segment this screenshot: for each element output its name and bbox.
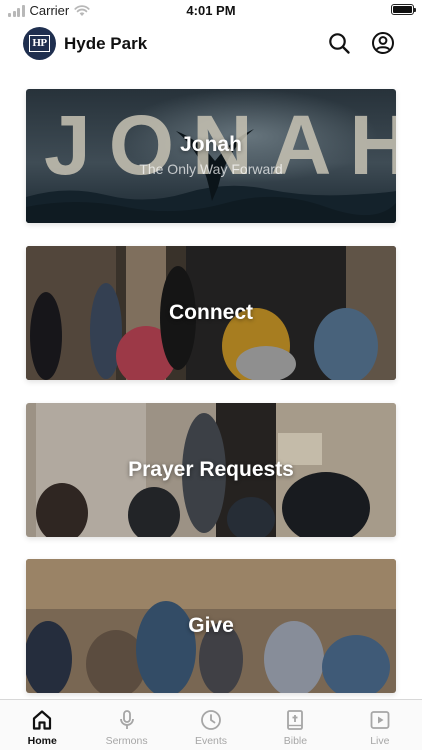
status-bar: Carrier 4:01 PM [0,0,422,22]
app-title: Hyde Park [64,34,148,53]
tab-label-bible: Bible [283,735,308,747]
card-title-give: Give [188,614,234,637]
tab-label-sermons: Sermons [105,735,148,747]
card-title-prayer: Prayer Requests [128,458,294,481]
give-card[interactable]: Give [26,559,396,693]
play-icon [370,711,390,729]
clock-icon [201,710,221,730]
search-icon[interactable] [327,31,351,55]
avatar-monogram: HP [29,35,50,52]
sermon-series-card-jonah[interactable]: JONAH Jonah The Only Way Forward [26,89,396,223]
tab-home[interactable]: Home [0,700,84,750]
card-title-jonah: Jonah [180,133,242,156]
bottom-tab-bar: Home Sermons Events Bible Live [0,699,422,750]
battery-icon [391,4,416,15]
microphone-icon [119,710,134,729]
home-icon [33,710,52,730]
tab-sermons[interactable]: Sermons [84,700,168,750]
tab-label-home: Home [27,735,57,747]
tab-label-events: Events [194,735,228,747]
profile-icon[interactable] [371,31,395,55]
app-header: HP Hyde Park [0,22,422,67]
tab-label-live: Live [370,735,390,747]
prayer-requests-card[interactable]: Prayer Requests [26,403,396,537]
tab-live[interactable]: Live [338,700,422,750]
bible-icon [287,710,304,730]
church-logo-avatar[interactable]: HP [23,27,56,60]
card-subtitle-jonah: The Only Way Forward [139,161,283,177]
status-time: 4:01 PM [186,3,236,18]
tab-bible[interactable]: Bible [253,700,337,750]
card-title-connect: Connect [169,301,253,324]
connect-card[interactable]: Connect [26,246,396,380]
tab-events[interactable]: Events [169,700,253,750]
